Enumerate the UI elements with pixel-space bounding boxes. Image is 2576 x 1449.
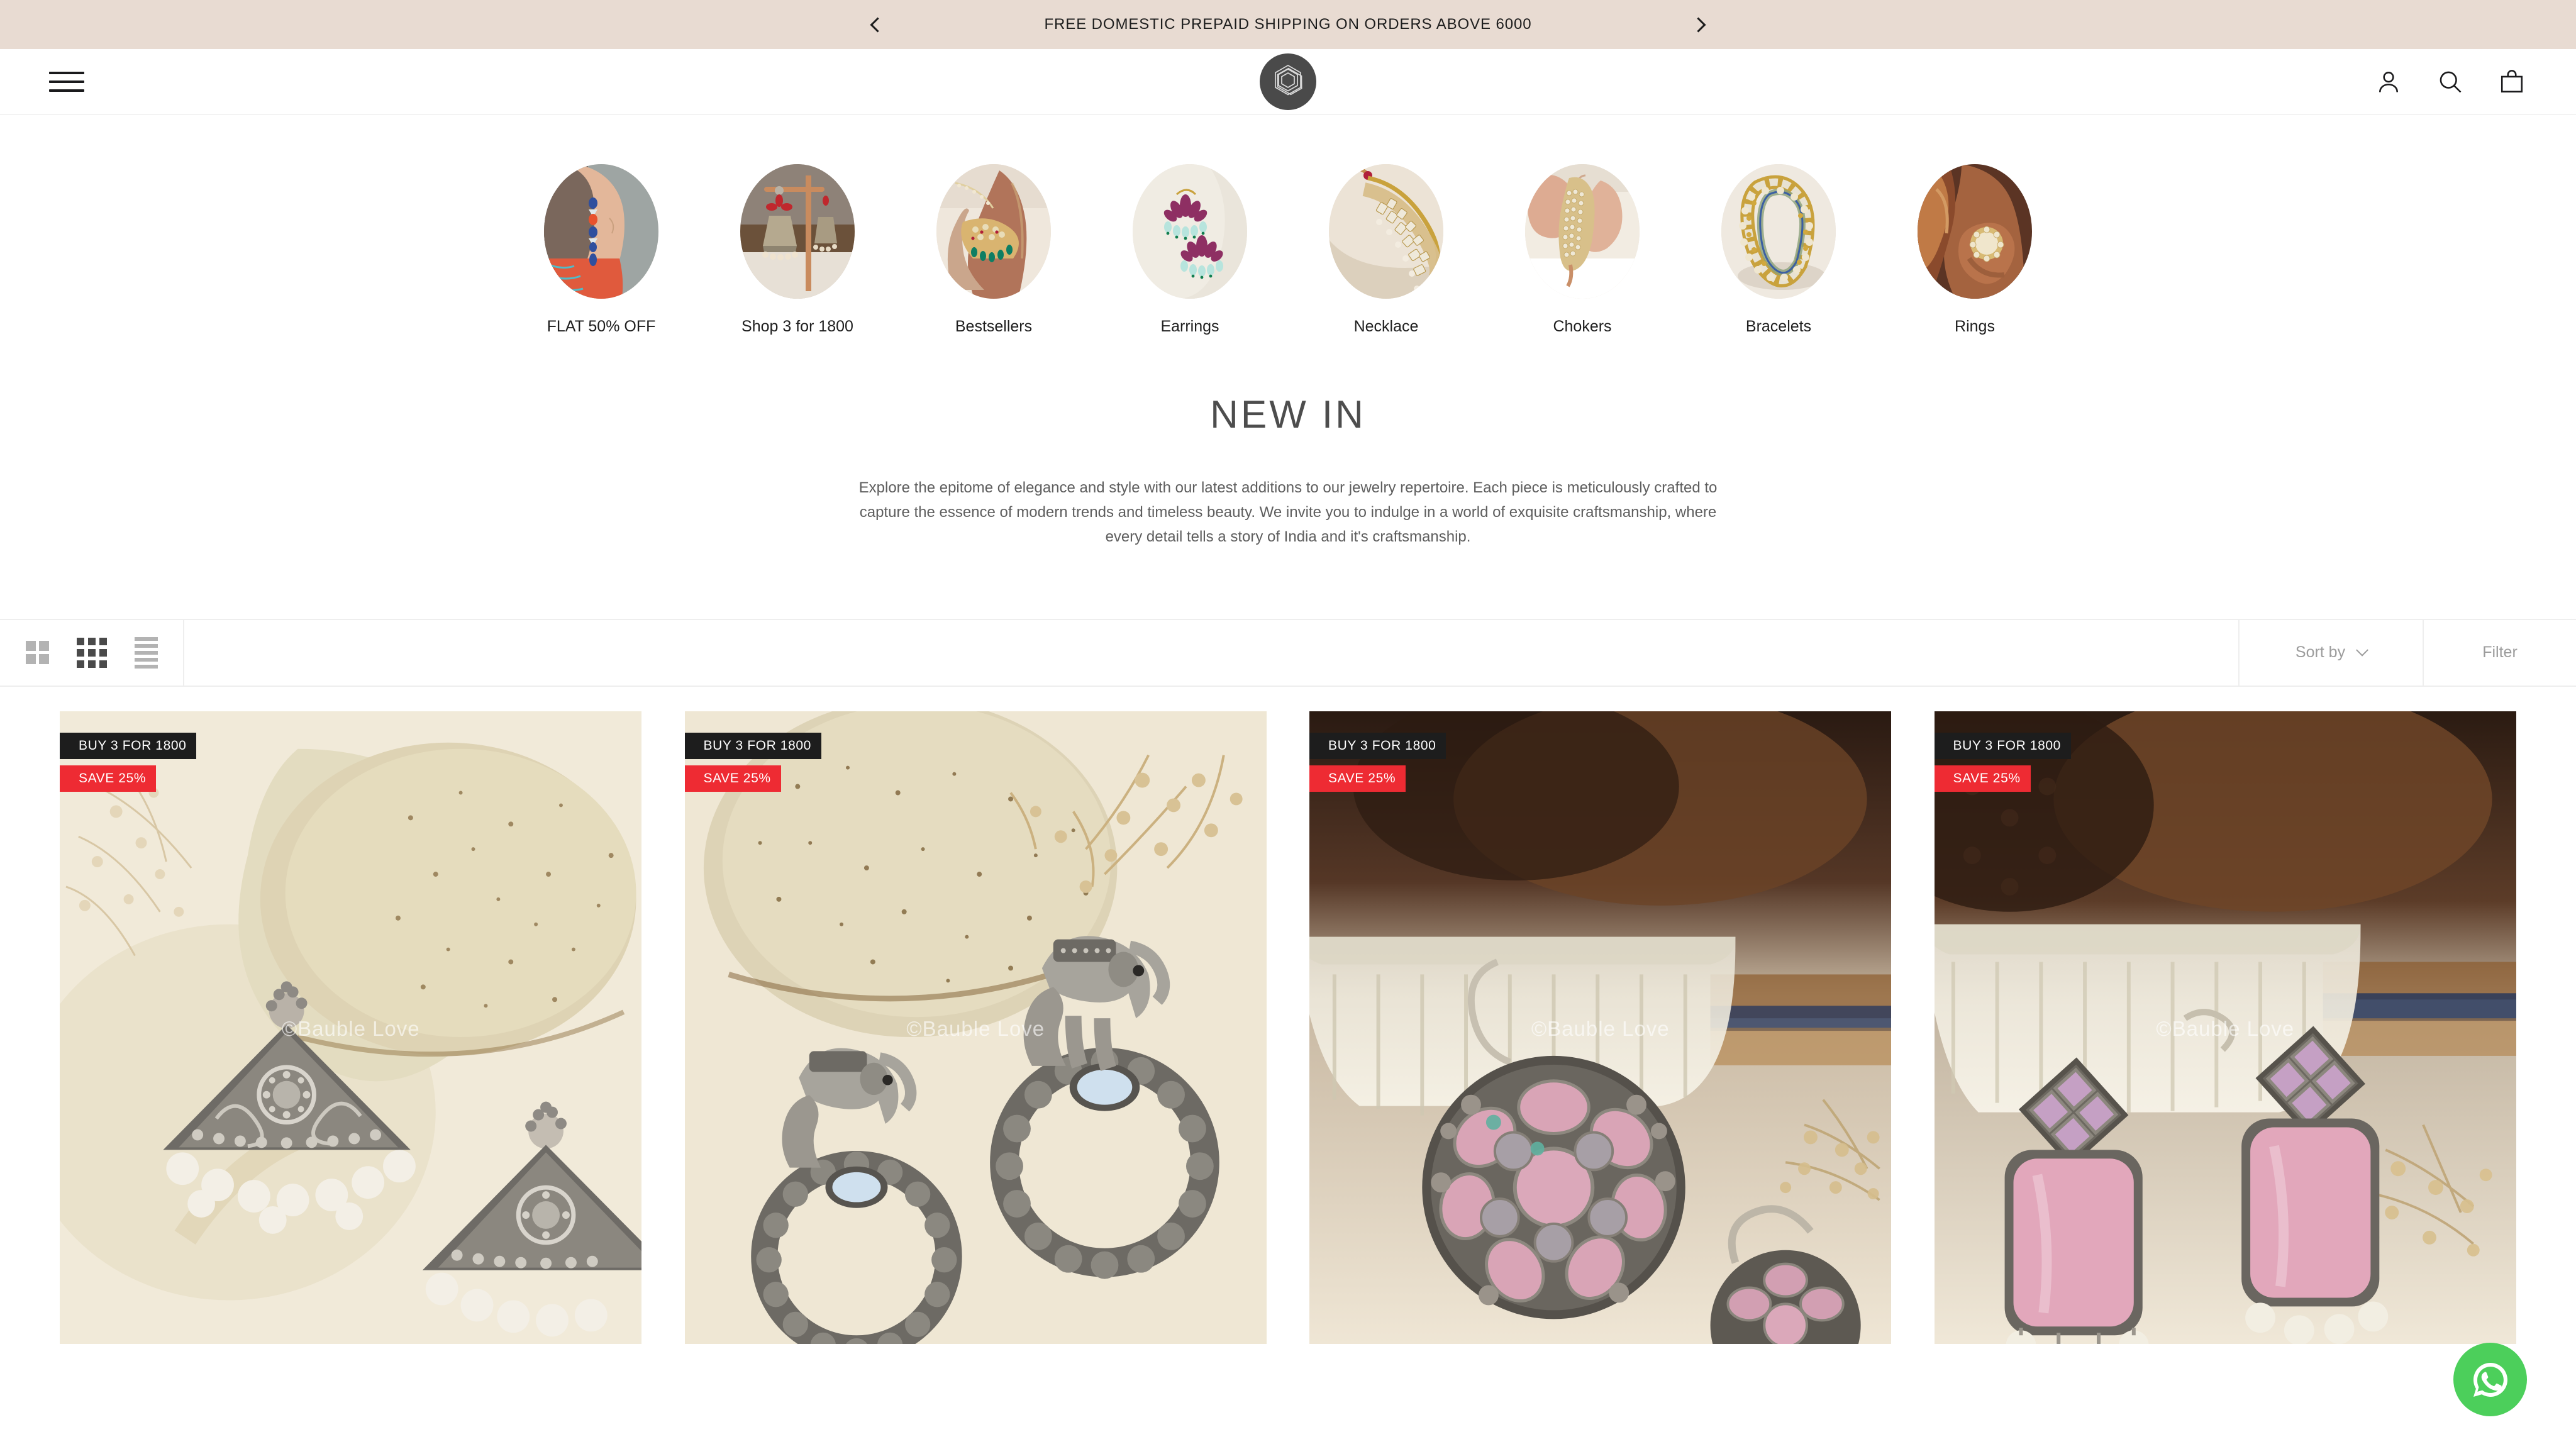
badge-deal: BUY 3 FOR 1800 — [60, 732, 197, 759]
category-label: FLAT 50% OFF — [547, 318, 656, 335]
badge-deal: BUY 3 FOR 1800 — [1934, 732, 2071, 759]
product-badges: BUY 3 FOR 1800 SAVE 25% — [684, 732, 821, 792]
category-photo-bestsellers — [936, 164, 1051, 299]
category-photo-chokers — [1525, 164, 1640, 299]
product-card[interactable]: BUY 3 FOR 1800 SAVE 25% ©Bauble Love — [1934, 711, 2517, 1346]
category-photo-necklace — [1329, 164, 1443, 299]
badge-save: SAVE 25% — [684, 765, 781, 792]
cart-icon[interactable] — [2498, 68, 2526, 96]
product-image — [684, 711, 1267, 1344]
category-label: Earrings — [1160, 318, 1219, 335]
category-item-flat-50-off[interactable]: FLAT 50% OFF — [503, 164, 699, 336]
category-image — [740, 164, 855, 299]
category-item-bracelets[interactable]: Bracelets — [1680, 164, 1877, 336]
category-label: Bracelets — [1745, 318, 1812, 335]
grid-2-icon — [25, 641, 49, 665]
badge-save: SAVE 25% — [1309, 765, 1406, 792]
list-view-icon — [134, 636, 158, 669]
category-item-earrings[interactable]: Earrings — [1092, 164, 1288, 336]
menu-icon-bar — [49, 80, 84, 83]
announcement-next-button[interactable] — [1685, 10, 1714, 39]
view-grid-3-button[interactable] — [76, 637, 107, 668]
announcement-prev-button[interactable] — [862, 10, 891, 39]
category-image — [1329, 164, 1443, 299]
menu-button[interactable] — [49, 69, 84, 95]
category-item-rings[interactable]: Rings — [1877, 164, 2073, 336]
badge-deal: BUY 3 FOR 1800 — [684, 732, 821, 759]
category-photo-earrings — [1133, 164, 1247, 299]
product-image — [1309, 711, 1892, 1344]
view-switcher — [0, 619, 184, 686]
product-image — [1934, 711, 2516, 1344]
hexagon-logo-icon — [1275, 65, 1302, 96]
chevron-left-icon — [870, 16, 886, 33]
category-photo-rings — [1918, 164, 2032, 299]
site-logo[interactable] — [1260, 53, 1316, 110]
category-carousel: FLAT 50% OFF Shop 3 for 1800 Bestsellers… — [0, 115, 2576, 336]
pink-round-earring-main — [1422, 1055, 1685, 1319]
announcement-text: FREE DOMESTIC PREPAID SHIPPING ON ORDERS… — [1044, 16, 1532, 33]
product-card[interactable]: BUY 3 FOR 1800 SAVE 25% ©Bauble Love — [60, 711, 642, 1346]
category-image — [544, 164, 658, 299]
category-image — [1525, 164, 1640, 299]
header-actions — [2375, 68, 2526, 96]
product-badges: BUY 3 FOR 1800 SAVE 25% — [1934, 732, 2071, 792]
badge-save: SAVE 25% — [60, 765, 157, 792]
account-icon[interactable] — [2375, 68, 2402, 96]
filter-label: Filter — [2482, 643, 2518, 662]
menu-icon-bar — [49, 72, 84, 74]
category-label: Necklace — [1353, 318, 1419, 335]
product-badges: BUY 3 FOR 1800 SAVE 25% — [1309, 732, 1446, 792]
whatsapp-chat-button[interactable] — [2453, 1343, 2527, 1416]
menu-icon-bar — [49, 89, 84, 92]
sort-by-label: Sort by — [2295, 643, 2346, 662]
announcement-bar: FREE DOMESTIC PREPAID SHIPPING ON ORDERS… — [0, 0, 2576, 49]
category-item-bestsellers[interactable]: Bestsellers — [896, 164, 1092, 336]
category-photo-bracelets — [1721, 164, 1836, 299]
category-label: Shop 3 for 1800 — [741, 318, 853, 335]
product-image — [60, 711, 642, 1344]
grid-3-icon — [76, 637, 107, 668]
collection-toolbar: Sort by Filter — [0, 618, 2576, 687]
category-image — [1133, 164, 1247, 299]
whatsapp-icon — [2473, 1362, 2507, 1397]
category-item-shop-3-for-1800[interactable]: Shop 3 for 1800 — [699, 164, 896, 336]
product-card[interactable]: BUY 3 FOR 1800 SAVE 25% ©Bauble Love — [1309, 711, 1892, 1346]
search-icon[interactable] — [2436, 68, 2464, 96]
category-image — [936, 164, 1051, 299]
chevron-down-icon — [2356, 643, 2368, 657]
category-item-chokers[interactable]: Chokers — [1484, 164, 1680, 336]
site-header — [0, 49, 2576, 115]
page-title: NEW IN — [1210, 393, 1366, 436]
category-label: Chokers — [1553, 318, 1612, 335]
badge-save: SAVE 25% — [1934, 765, 2031, 792]
sort-by-dropdown[interactable]: Sort by — [2238, 619, 2423, 686]
category-photo-shop-3-for-1800 — [740, 164, 855, 299]
view-list-button[interactable] — [134, 636, 158, 669]
product-card[interactable]: BUY 3 FOR 1800 SAVE 25% ©Bauble Love — [684, 711, 1267, 1346]
category-label: Rings — [1955, 318, 1995, 335]
category-image — [1918, 164, 2032, 299]
category-label: Bestsellers — [955, 318, 1033, 335]
product-grid: BUY 3 FOR 1800 SAVE 25% ©Bauble Love BUY… — [0, 687, 2576, 1346]
category-item-necklace[interactable]: Necklace — [1288, 164, 1484, 336]
category-photo-flat-50-off — [544, 164, 658, 299]
collection-header: NEW IN Explore the epitome of elegance a… — [0, 336, 2576, 550]
filter-button[interactable]: Filter — [2423, 619, 2576, 686]
view-grid-2-button[interactable] — [25, 641, 49, 665]
badge-deal: BUY 3 FOR 1800 — [1309, 732, 1446, 759]
collection-description: Explore the epitome of elegance and styl… — [858, 479, 1718, 545]
category-image — [1721, 164, 1836, 299]
product-badges: BUY 3 FOR 1800 SAVE 25% — [60, 732, 197, 792]
chevron-right-icon — [1690, 16, 1706, 33]
